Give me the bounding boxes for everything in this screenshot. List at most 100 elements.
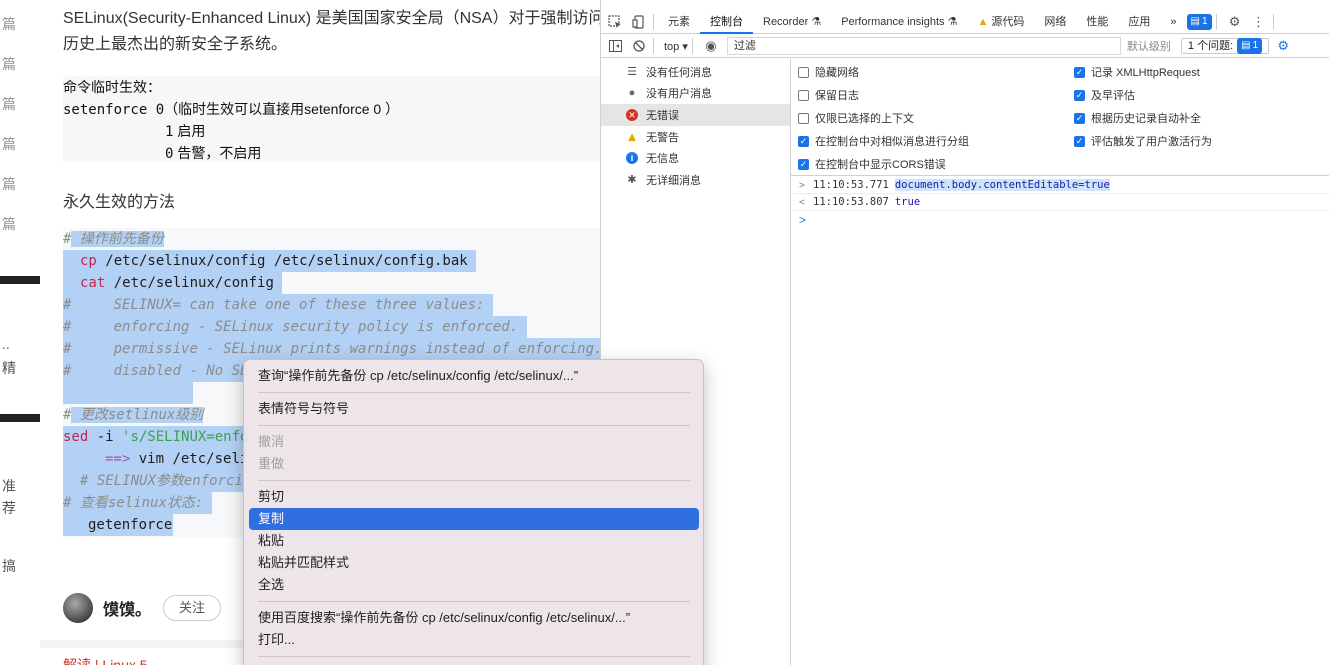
code-line: # 操作前先备份 <box>63 228 164 250</box>
menu-baidu-search[interactable]: 使用百度搜索“操作前先备份 cp /etc/selinux/config /et… <box>249 607 699 629</box>
menu-separator <box>258 392 690 393</box>
setting-group-similar[interactable]: ✓ 在控制台中对相似消息进行分组 <box>798 133 969 149</box>
strip-fragment[interactable]: 搞 <box>2 556 16 576</box>
clear-console-icon[interactable] <box>629 36 649 56</box>
setting-label: 在控制台中显示CORS错误 <box>815 159 946 171</box>
sidebar-item-messages[interactable]: ☰ 没有任何消息 <box>601 61 790 83</box>
message-icon: ▤ <box>1241 40 1251 51</box>
strip-item[interactable]: 篇 <box>2 14 16 34</box>
menu-copy[interactable]: 复制 <box>249 508 699 530</box>
checkbox-checked[interactable]: ✓ <box>1074 89 1085 101</box>
checkbox-checked[interactable]: ✓ <box>798 158 809 170</box>
tab-recorder[interactable]: Recorder ⚗ <box>753 10 831 34</box>
menu-cut[interactable]: 剪切 <box>249 486 699 508</box>
context-selector[interactable]: top ▾ <box>664 40 688 53</box>
related-article-link[interactable]: 解读 | Linux 5 <box>63 655 148 665</box>
menu-separator <box>258 425 690 426</box>
checkbox[interactable] <box>798 112 809 124</box>
code-text: SELINUX参数enforci <box>88 473 243 489</box>
checkbox[interactable] <box>798 66 809 78</box>
menu-emoji-symbols[interactable]: 表情符号与符号 <box>249 398 699 420</box>
setting-preserve-log[interactable]: 保留日志 <box>798 87 859 103</box>
checkbox[interactable] <box>798 89 809 101</box>
strip-item[interactable]: 篇 <box>2 174 16 194</box>
code-text: enforcing - SELinux security policy is e… <box>71 319 519 335</box>
author-bar: 馍馍。 关注 <box>63 590 222 626</box>
tab-performance[interactable]: 性能 <box>1076 10 1118 34</box>
checkbox-checked[interactable]: ✓ <box>798 135 809 147</box>
kebab-menu-icon[interactable]: ⋮ <box>1249 12 1269 32</box>
sidebar-toggle-icon[interactable] <box>605 36 625 56</box>
log-expression: document.body.contentEditable=true <box>894 179 1110 191</box>
log-timestamp: 11:10:53.807 <box>813 196 889 208</box>
strip-item[interactable]: 篇 <box>2 214 16 234</box>
sidebar-item-warnings[interactable]: ▲ 无警告 <box>601 126 790 148</box>
setting-show-cors-errors[interactable]: ✓ 在控制台中显示CORS错误 <box>798 156 946 172</box>
follow-button[interactable]: 关注 <box>163 595 222 621</box>
setting-label: 及早评估 <box>1091 90 1135 102</box>
setting-eager-evaluation[interactable]: ✓ 及早评估 <box>1074 87 1135 103</box>
list-icon: ☰ <box>627 66 637 79</box>
strip-item[interactable]: 篇 <box>2 94 16 114</box>
code-line: # SELINUX= can take one of these three v… <box>63 294 493 316</box>
code-keyword: cat <box>80 275 106 291</box>
setting-autocomplete-history[interactable]: ✓ 根据历史记录自动补全 <box>1074 110 1201 126</box>
devtools-tabbar: 元素 控制台 Recorder ⚗ Performance insights ⚗… <box>601 10 1329 34</box>
menu-lookup[interactable]: 查询“操作前先备份 cp /etc/selinux/config /etc/se… <box>249 365 699 387</box>
setting-hide-network[interactable]: 隐藏网络 <box>798 64 859 80</box>
strip-item[interactable]: 篇 <box>2 54 16 74</box>
setting-user-activation[interactable]: ✓ 评估触发了用户激活行为 <box>1074 133 1212 149</box>
menu-paste[interactable]: 粘贴 <box>249 530 699 552</box>
checkbox-checked[interactable]: ✓ <box>1074 66 1085 78</box>
setting-selected-context-only[interactable]: 仅限已选择的上下文 <box>798 110 914 126</box>
error-glyph: ✕ <box>626 108 638 121</box>
tab-elements[interactable]: 元素 <box>658 10 700 34</box>
sidebar-item-verbose[interactable]: ✱ 无详细消息 <box>601 169 790 191</box>
avatar[interactable] <box>63 593 93 623</box>
sidebar-item-info[interactable]: i 无信息 <box>601 147 790 169</box>
log-levels-dropdown[interactable]: 默认级别 <box>1127 38 1171 54</box>
filter-input[interactable]: 过滤 <box>726 37 1121 55</box>
sidebar-item-label: 无信息 <box>646 153 679 166</box>
sidebar-item-user-messages[interactable]: ● 没有用户消息 <box>601 83 790 105</box>
tab-application[interactable]: 应用 <box>1118 10 1160 34</box>
tab-console[interactable]: 控制台 <box>700 10 753 34</box>
menu-print[interactable]: 打印... <box>249 629 699 651</box>
toolbar-divider <box>691 38 693 54</box>
tab-network[interactable]: 网络 <box>1034 10 1076 34</box>
device-toolbar-icon[interactable] <box>629 12 649 32</box>
console-settings-gear-icon[interactable]: ⚙ <box>1273 36 1293 56</box>
user-icon: ● <box>628 87 636 100</box>
cmd-line: 1 启用 <box>63 120 600 142</box>
console-input-line[interactable]: > 11:10:53.771 document.body.contentEdit… <box>791 177 1329 194</box>
strip-fragment[interactable]: 荐 <box>2 498 16 518</box>
issues-count: 1 <box>1252 40 1259 51</box>
sidebar-item-errors[interactable]: ✕ 无错误 <box>601 104 790 126</box>
issues-button[interactable]: 1 个问题: ▤ 1 <box>1180 38 1270 54</box>
strip-item[interactable]: 篇 <box>2 134 16 154</box>
tab-performance-insights[interactable]: Performance insights ⚗ <box>831 10 967 34</box>
strip-fragment[interactable]: 精 <box>2 358 16 378</box>
console-output-line[interactable]: < 11:10:53.807 true <box>791 194 1329 211</box>
more-tabs-button[interactable]: » <box>1160 10 1186 34</box>
eye-icon[interactable]: ◉ <box>701 36 721 56</box>
code-text: -i <box>88 429 123 445</box>
gear-icon[interactable]: ⚙ <box>1225 12 1245 32</box>
inspect-element-icon[interactable] <box>605 12 625 32</box>
console-prompt[interactable]: > <box>791 211 1329 229</box>
author-name[interactable]: 馍馍。 <box>103 596 151 620</box>
toolbar-divider <box>1272 13 1274 30</box>
setting-log-xhr[interactable]: ✓ 记录 XMLHttpRequest <box>1074 64 1200 80</box>
message-icon: ▤ <box>1190 15 1200 27</box>
console-settings: 隐藏网络 保留日志 仅限已选择的上下文 ✓ 在控制台中对相似消息进行分组 ✓ 在控制… <box>791 59 1329 176</box>
strip-fragment[interactable]: 准 <box>2 476 16 496</box>
intro-line: 历史上最杰出的新安全子系统。 <box>63 36 288 53</box>
tab-label: Recorder <box>763 15 809 28</box>
log-timestamp: 11:10:53.771 <box>813 179 889 191</box>
tab-sources[interactable]: ▲ 源代码 <box>967 10 1034 34</box>
checkbox-checked[interactable]: ✓ <box>1074 135 1085 147</box>
menu-paste-match-style[interactable]: 粘贴并匹配样式 <box>249 552 699 574</box>
checkbox-checked[interactable]: ✓ <box>1074 112 1085 124</box>
menu-select-all[interactable]: 全选 <box>249 574 699 596</box>
issues-badge[interactable]: ▤ 1 <box>1186 13 1212 30</box>
